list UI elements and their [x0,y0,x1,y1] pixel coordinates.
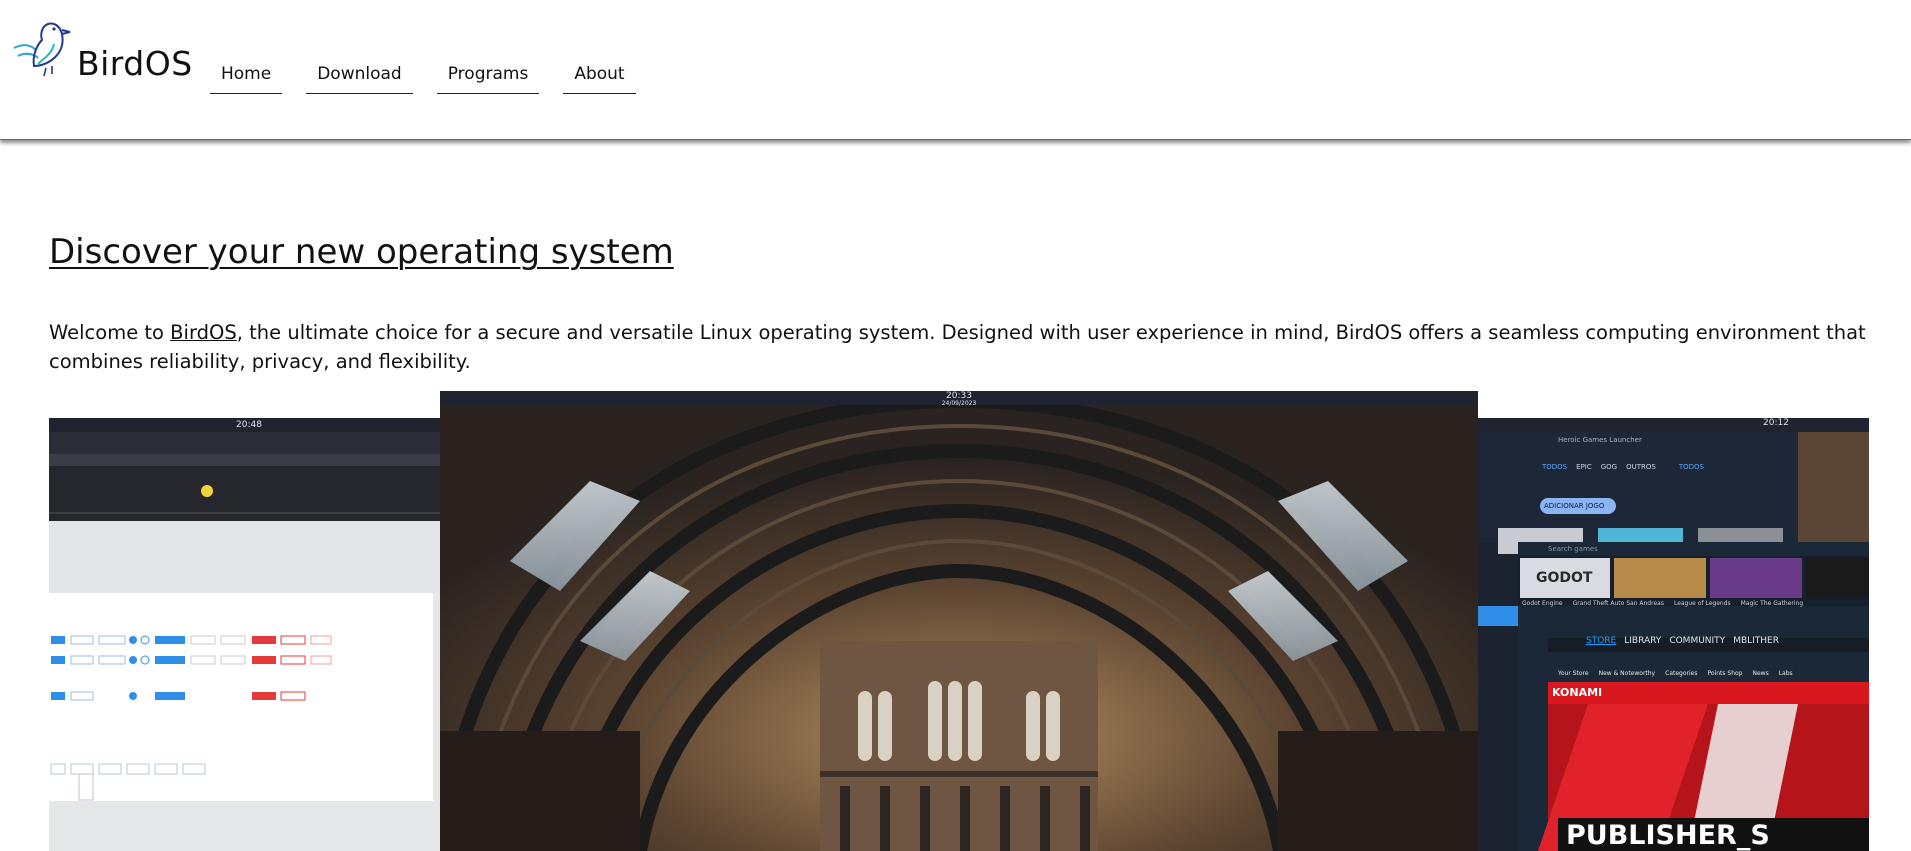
bird-logo-icon[interactable] [8,14,72,78]
brand-name[interactable]: BirdOS [77,44,193,83]
screenshot-gallery: 20:48 20:33 24/09/2023 20:12 Heroic Game… [49,391,1869,851]
store-subnav: Your Store New & Noteworthy Categories P… [1558,670,1793,677]
launcher-tab[interactable]: TODOS [1679,463,1704,471]
store-nav-item[interactable]: Categories [1665,670,1697,677]
launcher-title: Heroic Games Launcher [1558,436,1642,444]
godot-tile-label: GODOT [1536,570,1593,586]
launcher-tab[interactable]: TODOS [1542,463,1567,471]
publisher-sale-banner[interactable]: PUBLISHER_S [1566,820,1770,851]
gallery-image-left[interactable]: 20:48 [49,418,449,851]
add-game-button[interactable]: ADICIONAR JOGO [1544,502,1604,510]
nav-home-link[interactable]: Home [210,58,283,94]
launcher-tab[interactable]: EPIC [1576,463,1592,471]
game-title[interactable]: Grand Theft Auto San Andreas [1573,600,1664,607]
nav-programs-link[interactable]: Programs [436,58,540,94]
center-clock: 20:33 24/09/2023 [939,392,979,407]
steam-nav-item[interactable]: MBLITHER [1733,636,1779,646]
right-desktop-art [1478,418,1869,851]
steam-nav-item[interactable]: COMMUNITY [1669,636,1725,646]
gallery-image-center[interactable]: 20:33 24/09/2023 [440,391,1478,851]
game-title[interactable]: Godot Engine [1522,600,1563,607]
store-nav-item[interactable]: Points Shop [1707,670,1742,677]
center-clock-date: 24/09/2023 [941,400,977,407]
steam-search-input[interactable]: Search games [1548,545,1598,553]
store-nav-item[interactable]: Your Store [1558,670,1589,677]
left-desktop-art [49,432,449,801]
game-title[interactable]: League of Legends [1674,600,1731,607]
store-nav-item[interactable]: News [1753,670,1769,677]
nav-download-link[interactable]: Download [306,58,413,94]
birdos-link[interactable]: BirdOS [170,321,237,344]
intro-paragraph: Welcome to BirdOS, the ultimate choice f… [49,318,1869,376]
launcher-tab[interactable]: GOG [1601,463,1617,471]
launcher-tab[interactable]: OUTROS [1626,463,1656,471]
steam-nav-item[interactable]: STORE [1586,636,1616,646]
steam-main-nav: STORE LIBRARY COMMUNITY MBLITHER [1586,636,1779,646]
gallery-image-right[interactable]: 20:12 Heroic Games Launcher TODOS EPIC G… [1478,418,1869,851]
main-nav: Home Download Programs About [210,58,660,94]
site-header: BirdOS Home Download Programs About [0,0,1911,140]
konami-logo-text: KONAMI [1552,686,1603,699]
game-titles: Godot Engine Grand Theft Auto San Andrea… [1522,600,1803,607]
steam-nav-item[interactable]: LIBRARY [1624,636,1661,646]
launcher-tabs: TODOS EPIC GOG OUTROS TODOS [1542,463,1704,471]
nav-about-link[interactable]: About [563,58,636,94]
right-clock: 20:12 [1763,418,1789,428]
intro-prefix: Welcome to [49,321,171,344]
page-title: Discover your new operating system [49,232,674,272]
store-nav-item[interactable]: New & Noteworthy [1599,670,1656,677]
game-title[interactable]: Magic The Gathering [1741,600,1804,607]
center-wallpaper-art [440,391,1478,851]
store-nav-item[interactable]: Labs [1779,670,1793,677]
intro-suffix: , the ultimate choice for a secure and v… [49,321,1866,373]
